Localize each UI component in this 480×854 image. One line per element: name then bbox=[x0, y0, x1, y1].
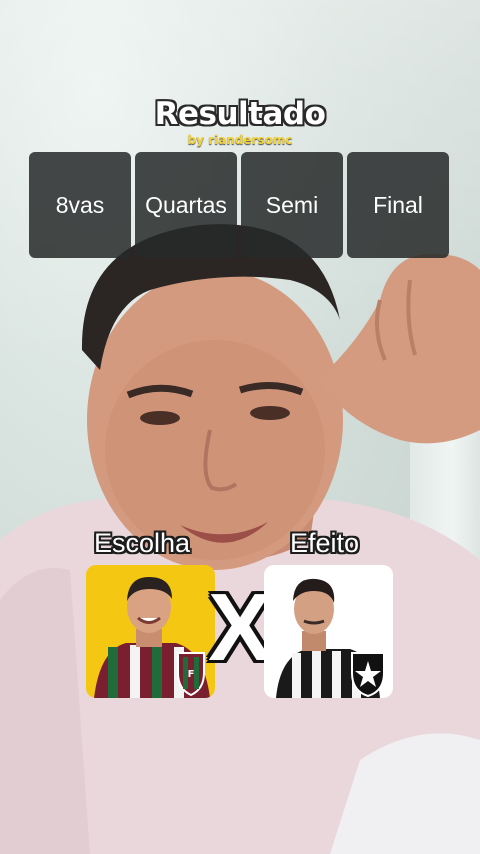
choice-player-card[interactable]: F bbox=[86, 565, 215, 698]
round-tabs: 8vas Quartas Semi Final bbox=[29, 152, 449, 258]
fluminense-player-image: F bbox=[94, 577, 210, 698]
page-title: Resultado bbox=[154, 96, 326, 132]
botafogo-crest-icon bbox=[351, 652, 385, 698]
choice-label: Escolha bbox=[94, 528, 191, 558]
effect-label: Efeito bbox=[290, 528, 360, 558]
tab-final[interactable]: Final bbox=[347, 152, 449, 258]
botafogo-player-image bbox=[276, 578, 385, 698]
fluminense-crest-icon: F bbox=[177, 652, 205, 697]
tab-semi[interactable]: Semi bbox=[241, 152, 343, 258]
effect-player-card[interactable] bbox=[264, 565, 393, 698]
author-credit: by riandersomc bbox=[187, 133, 293, 147]
svg-text:F: F bbox=[188, 669, 195, 680]
tab-quartas[interactable]: Quartas bbox=[135, 152, 237, 258]
tab-8vas[interactable]: 8vas bbox=[29, 152, 131, 258]
